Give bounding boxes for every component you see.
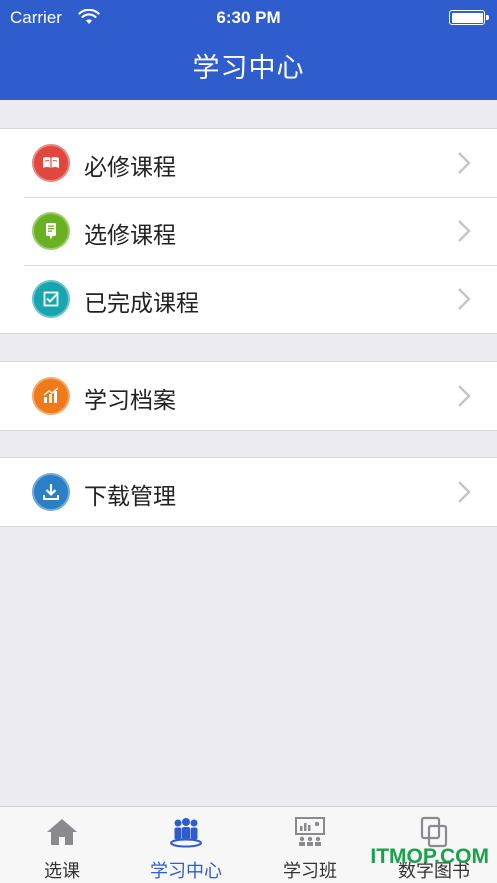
watermark: ITMOP.COM (370, 845, 489, 868)
clock: 6:30 PM (216, 8, 281, 27)
menu-item-download-manager[interactable]: 下载管理 (0, 458, 497, 526)
menu-item-required-courses[interactable]: 必修课程 (0, 129, 497, 197)
tab-study-class[interactable]: 学习班 (248, 807, 372, 883)
battery-icon (449, 10, 489, 25)
tab-label: 学习中心 (150, 861, 222, 882)
tab-label: 学习班 (283, 861, 337, 882)
page-title: 学习中心 (192, 53, 305, 84)
menu-item-completed-courses[interactable]: 已完成课程 (0, 265, 497, 333)
menu-item-label: 下载管理 (84, 484, 176, 510)
menu-item-label: 已完成课程 (84, 291, 199, 317)
menu-item-label: 选修课程 (84, 223, 176, 249)
copy-icon (420, 816, 448, 848)
menu-item-label: 必修课程 (84, 155, 176, 181)
book-icon (32, 144, 70, 182)
course-group: 必修课程 选修课程 已完成课程 (0, 128, 497, 334)
tablet-icon (32, 212, 70, 250)
checklist-icon (32, 280, 70, 318)
chevron-right-icon (458, 152, 471, 174)
archive-group: 学习档案 (0, 361, 497, 431)
tab-learning-center[interactable]: 学习中心 (124, 807, 248, 883)
chevron-right-icon (458, 385, 471, 407)
header: Carrier 6:30 PM 学习中心 (0, 0, 497, 100)
bar-chart-icon (32, 377, 70, 415)
tab-label: 选课 (44, 861, 80, 882)
classroom-icon (295, 817, 325, 846)
people-icon (170, 818, 202, 848)
status-bar: Carrier 6:30 PM (0, 0, 497, 36)
tab-course-selection[interactable]: 选课 (0, 807, 124, 883)
chevron-right-icon (458, 288, 471, 310)
menu-item-label: 学习档案 (84, 388, 176, 414)
download-icon (32, 473, 70, 511)
chevron-right-icon (458, 220, 471, 242)
download-group: 下载管理 (0, 457, 497, 527)
menu-item-elective-courses[interactable]: 选修课程 (0, 197, 497, 265)
menu-item-learning-archive[interactable]: 学习档案 (0, 362, 497, 430)
chevron-right-icon (458, 481, 471, 503)
home-icon (47, 819, 77, 845)
